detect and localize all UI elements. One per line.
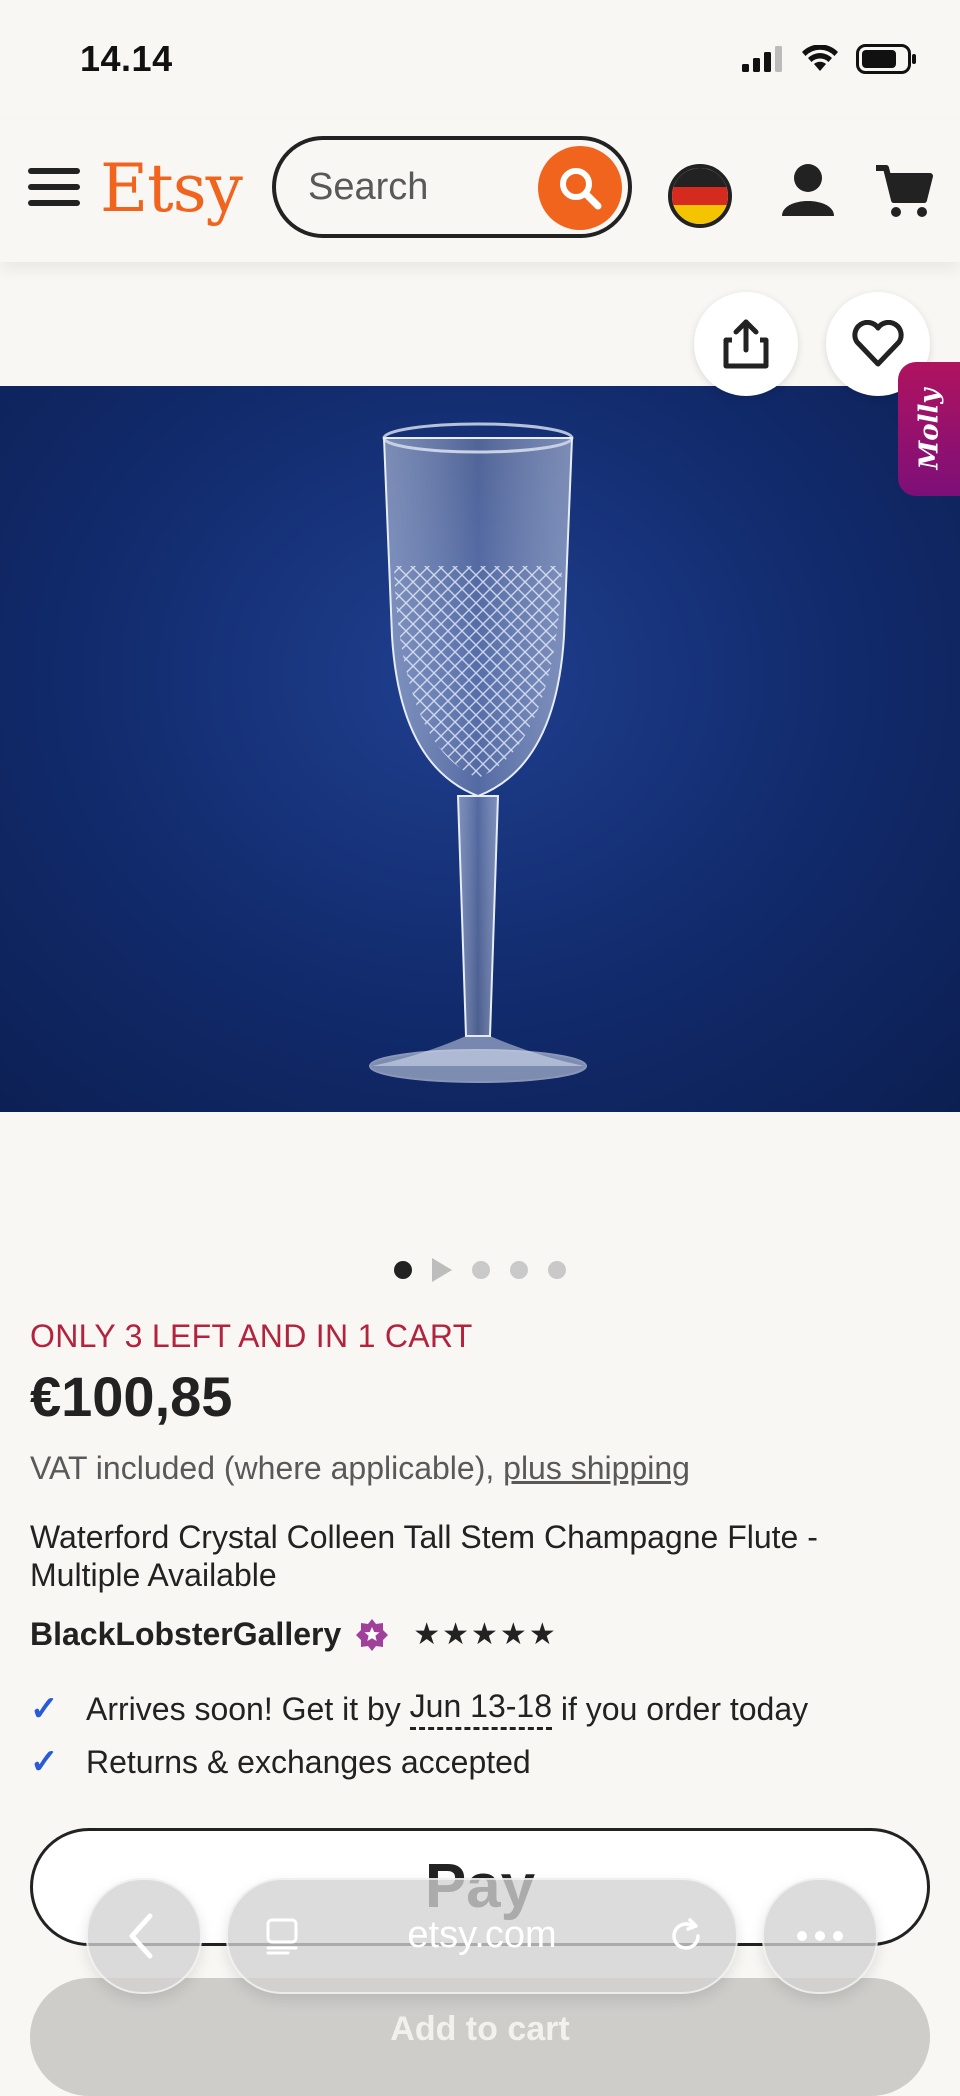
rating-stars[interactable]: ★★★★★ <box>413 1617 557 1652</box>
add-to-cart-label: Add to cart <box>390 2010 570 2048</box>
search-button[interactable] <box>538 146 622 230</box>
image-carousel-indicator <box>0 1258 960 1282</box>
wifi-icon <box>802 45 838 71</box>
cellular-signal-icon <box>742 46 782 72</box>
germany-flag-icon[interactable] <box>668 164 732 228</box>
vat-note: VAT included (where applicable), plus sh… <box>30 1450 690 1487</box>
vat-text: VAT included (where applicable), <box>30 1450 495 1486</box>
menu-icon[interactable] <box>28 168 80 212</box>
shop-info: BlackLobsterGallery ★★★★★ <box>30 1616 558 1653</box>
arrival-prefix: Arrives soon! Get it by <box>86 1690 401 1727</box>
carousel-dot[interactable] <box>548 1261 566 1279</box>
share-button[interactable] <box>694 292 798 396</box>
url-text: etsy.com <box>407 1914 557 1956</box>
search-input[interactable] <box>306 158 530 216</box>
arrival-suffix: if you order today <box>560 1690 809 1727</box>
molly-label: Molly <box>914 388 945 470</box>
shipping-link[interactable]: plus shipping <box>503 1450 690 1486</box>
status-bar: 14.14 <box>0 0 960 120</box>
carousel-dot[interactable] <box>510 1261 528 1279</box>
etsy-logo[interactable]: Etsy <box>100 150 243 227</box>
battery-icon <box>856 44 916 74</box>
heart-icon <box>852 320 904 367</box>
arrival-dates[interactable]: Jun 13-18 <box>409 1688 552 1730</box>
address-bar[interactable]: etsy.com <box>226 1878 738 1994</box>
status-icons <box>742 44 918 74</box>
more-options-button[interactable] <box>762 1878 878 1994</box>
product-price: €100,85 <box>30 1365 233 1428</box>
shop-name[interactable]: BlackLobsterGallery <box>30 1616 341 1653</box>
video-play-icon[interactable] <box>432 1258 452 1282</box>
champagne-flute-image <box>369 422 587 1083</box>
search-bar[interactable] <box>272 136 632 238</box>
returns-policy: ✓ Returns & exchanges accepted <box>30 1742 531 1782</box>
returns-text: Returns & exchanges accepted <box>86 1743 531 1780</box>
status-time: 14.14 <box>80 38 173 79</box>
ellipsis-icon <box>797 1931 843 1941</box>
search-icon <box>560 168 602 210</box>
stock-notice: ONLY 3 LEFT AND IN 1 CART <box>30 1318 473 1354</box>
carousel-dot[interactable] <box>394 1261 412 1279</box>
delivery-estimate: ✓ Arrives soon! Get it by Jun 13-18 if y… <box>30 1688 808 1730</box>
account-icon[interactable] <box>778 160 838 220</box>
checkmark-icon: ✓ <box>30 1690 59 1728</box>
star-seller-badge-icon <box>356 1618 389 1651</box>
checkmark-icon: ✓ <box>30 1743 59 1781</box>
cart-icon[interactable] <box>874 160 934 220</box>
product-title: Waterford Crystal Colleen Tall Stem Cham… <box>30 1519 818 1593</box>
back-button[interactable] <box>86 1878 202 1994</box>
carousel-dot[interactable] <box>472 1261 490 1279</box>
reload-icon[interactable] <box>666 1916 706 1956</box>
chevron-left-icon <box>129 1913 153 1959</box>
site-header: Etsy <box>0 120 960 262</box>
share-icon <box>723 319 769 369</box>
product-image[interactable] <box>0 386 960 1112</box>
molly-side-tab[interactable]: Molly <box>898 362 960 496</box>
browser-toolbar: etsy.com <box>0 1870 960 2000</box>
